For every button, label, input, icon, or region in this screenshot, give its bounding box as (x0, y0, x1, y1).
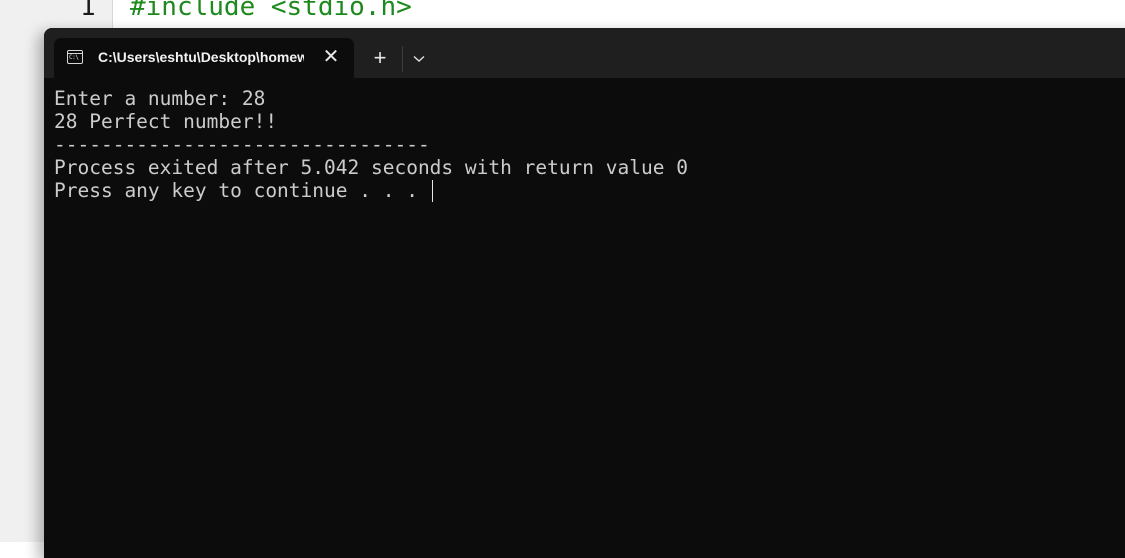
titlebar-divider (402, 46, 403, 72)
editor-line-number: 1 (80, 0, 96, 22)
terminal-line-result: 28 Perfect number!! (54, 110, 278, 133)
new-tab-button[interactable]: + (366, 46, 394, 72)
terminal-output[interactable]: Enter a number: 28 28 Perfect number!! -… (54, 87, 1125, 202)
text-cursor (431, 180, 434, 202)
tab-title: C:\Users\eshtu\Desktop\homework.exe (98, 49, 304, 65)
chevron-down-icon[interactable] (407, 46, 431, 72)
terminal-tab[interactable]: C:\ C:\Users\eshtu\Desktop\homework.exe … (54, 38, 354, 78)
terminal-line-exit-status: Process exited after 5.042 seconds with … (54, 156, 688, 179)
terminal-line-input-prompt: Enter a number: 28 (54, 87, 266, 110)
terminal-line-separator: -------------------------------- (54, 133, 430, 156)
close-icon[interactable]: ✕ (319, 46, 343, 70)
terminal-titlebar[interactable]: C:\ C:\Users\eshtu\Desktop\homework.exe … (44, 28, 1125, 78)
continue-prompt-text: Press any key to continue . . . (54, 179, 430, 202)
console-icon: C:\ (67, 50, 83, 64)
editor-code-text[interactable]: #include <stdio.h> (130, 0, 412, 22)
terminal-window[interactable]: C:\ C:\Users\eshtu\Desktop\homework.exe … (44, 28, 1125, 558)
editor-line[interactable]: 1 #include <stdio.h> (0, 0, 1125, 22)
terminal-line-continue-prompt: Press any key to continue . . . (54, 179, 1125, 202)
